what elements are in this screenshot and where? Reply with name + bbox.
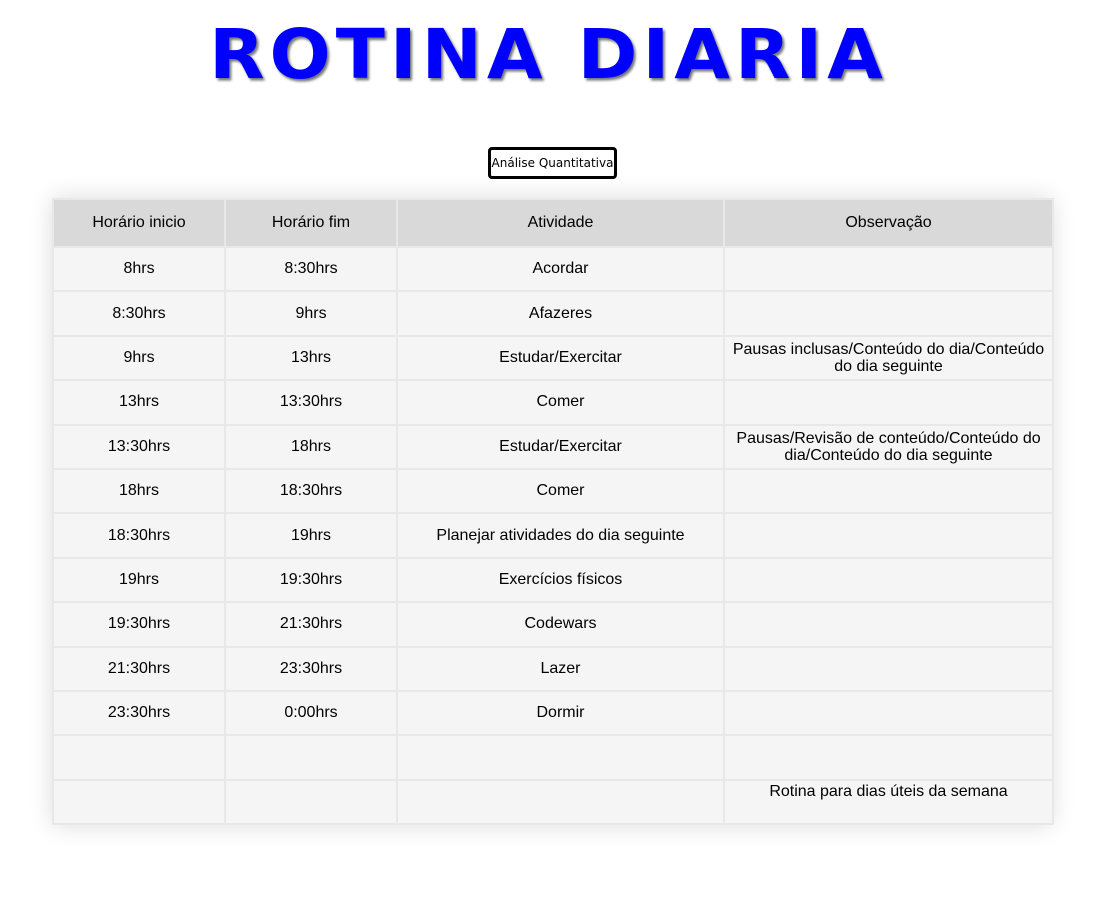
cell-observacao (723, 379, 1054, 426)
cell-observacao: Pausas/Revisão de conteúdo/Conteúdo do d… (723, 423, 1054, 470)
table-row: Rotina para dias úteis da semana (52, 778, 1054, 826)
cell-horario-inicio: 13hrs (52, 379, 226, 426)
table-row: 9hrs 13hrs Estudar/Exercitar Pausas incl… (52, 334, 1054, 382)
header-atividade: Atividade (396, 198, 725, 248)
cell-horario-inicio: 18hrs (52, 467, 226, 515)
cell-horario-inicio: 8:30hrs (52, 290, 226, 337)
table-row: 23:30hrs 0:00hrs Dormir (52, 689, 1054, 737)
cell-atividade: Exercícios físicos (396, 556, 725, 604)
cell-horario-inicio: 23:30hrs (52, 689, 226, 737)
routine-table-container: Horário inicio Horário fim Atividade Obs… (52, 198, 1054, 826)
cell-horario-fim: 8:30hrs (224, 245, 398, 293)
cell-horario-fim: 0:00hrs (224, 689, 398, 737)
cell-observacao: Pausas inclusas/Conteúdo do dia/Conteúdo… (723, 334, 1054, 382)
cell-horario-inicio: 19hrs (52, 556, 226, 604)
cell-observacao (723, 645, 1054, 692)
table-row: 13:30hrs 18hrs Estudar/Exercitar Pausas/… (52, 423, 1054, 470)
table-row: 19:30hrs 21:30hrs Codewars (52, 601, 1054, 648)
table-row: 19hrs 19:30hrs Exercícios físicos (52, 556, 1054, 604)
cell-atividade: Dormir (396, 689, 725, 737)
cell-horario-inicio (52, 734, 226, 781)
table-row: 8:30hrs 9hrs Afazeres (52, 290, 1054, 337)
cell-horario-inicio: 13:30hrs (52, 423, 226, 470)
cell-horario-fim (224, 734, 398, 781)
header-horario-fim: Horário fim (224, 198, 398, 248)
cell-observacao (723, 245, 1054, 293)
cell-atividade: Estudar/Exercitar (396, 423, 725, 470)
cell-atividade: Planejar atividades do dia seguinte (396, 512, 725, 559)
table-row: 8hrs 8:30hrs Acordar (52, 245, 1054, 293)
cell-observacao (723, 467, 1054, 515)
table-row: 13hrs 13:30hrs Comer (52, 379, 1054, 426)
cell-horario-fim: 19:30hrs (224, 556, 398, 604)
cell-horario-fim: 18:30hrs (224, 467, 398, 515)
cell-observacao (723, 290, 1054, 337)
table-body: 8hrs 8:30hrs Acordar 8:30hrs 9hrs Afazer… (52, 245, 1054, 826)
cell-horario-fim: 13:30hrs (224, 379, 398, 426)
routine-table: Horário inicio Horário fim Atividade Obs… (52, 198, 1054, 826)
cell-observacao (723, 734, 1054, 781)
table-header: Horário inicio Horário fim Atividade Obs… (52, 198, 1054, 248)
cell-horario-inicio (52, 778, 226, 826)
cell-horario-fim (224, 778, 398, 826)
cell-horario-fim: 18hrs (224, 423, 398, 470)
table-row (52, 734, 1054, 781)
page-title: Rotina Diaria (209, 14, 888, 94)
cell-atividade: Comer (396, 467, 725, 515)
cell-horario-inicio: 9hrs (52, 334, 226, 382)
cell-observacao (723, 512, 1054, 559)
analise-quantitativa-button[interactable]: Análise Quantitativa (488, 147, 617, 179)
cell-observacao (723, 556, 1054, 604)
cell-atividade: Estudar/Exercitar (396, 334, 725, 382)
cell-observacao-note: Rotina para dias úteis da semana (723, 778, 1054, 826)
cell-atividade: Lazer (396, 645, 725, 692)
cell-atividade: Afazeres (396, 290, 725, 337)
cell-horario-fim: 21:30hrs (224, 601, 398, 648)
header-horario-inicio: Horário inicio (52, 198, 226, 248)
cell-atividade: Codewars (396, 601, 725, 648)
cell-horario-fim: 19hrs (224, 512, 398, 559)
cell-atividade (396, 734, 725, 781)
cell-atividade: Acordar (396, 245, 725, 293)
cell-horario-inicio: 21:30hrs (52, 645, 226, 692)
table-row: 18hrs 18:30hrs Comer (52, 467, 1054, 515)
cell-horario-inicio: 19:30hrs (52, 601, 226, 648)
cell-horario-fim: 13hrs (224, 334, 398, 382)
header-observacao: Observação (723, 198, 1054, 248)
cell-observacao (723, 689, 1054, 737)
cell-horario-fim: 9hrs (224, 290, 398, 337)
cell-horario-inicio: 18:30hrs (52, 512, 226, 559)
table-row: 21:30hrs 23:30hrs Lazer (52, 645, 1054, 692)
cell-atividade: Comer (396, 379, 725, 426)
cell-atividade (396, 778, 725, 826)
header-row: Horário inicio Horário fim Atividade Obs… (52, 198, 1054, 248)
cell-horario-fim: 23:30hrs (224, 645, 398, 692)
cell-horario-inicio: 8hrs (52, 245, 226, 293)
table-row: 18:30hrs 19hrs Planejar atividades do di… (52, 512, 1054, 559)
cell-observacao (723, 601, 1054, 648)
